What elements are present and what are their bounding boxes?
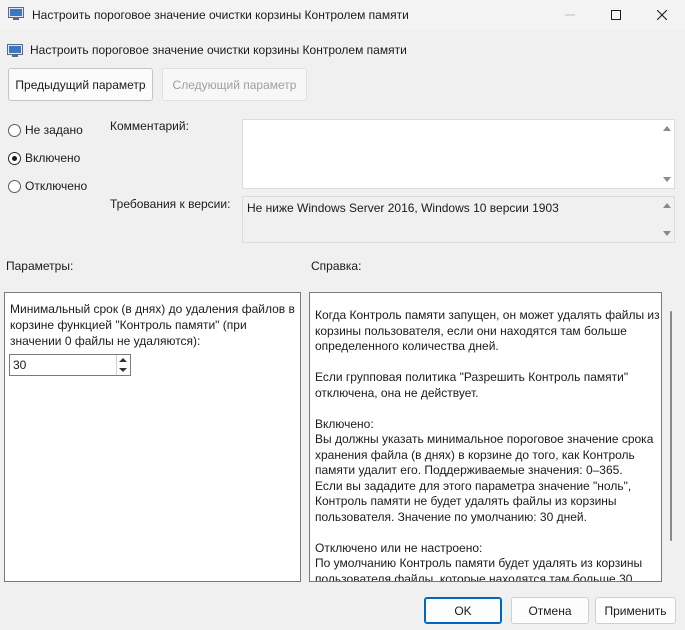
- radio-not-configured[interactable]: Не задано: [8, 123, 83, 137]
- help-paragraph: Когда Контроль памяти запущен, он может …: [315, 308, 660, 353]
- version-value: Не ниже Windows Server 2016, Windows 10 …: [247, 201, 559, 215]
- days-threshold-description: Минимальный срок (в днях) до удаления фа…: [10, 302, 295, 348]
- close-icon: [657, 10, 667, 20]
- help-paragraph: Отключено или не настроено: По умолчанию…: [315, 540, 643, 582]
- scroll-down-icon[interactable]: [663, 231, 671, 236]
- options-label: Параметры:: [6, 259, 74, 273]
- comment-scrollbar[interactable]: [660, 120, 674, 188]
- scroll-down-icon[interactable]: [663, 177, 671, 182]
- policy-icon: [7, 44, 23, 57]
- spinner-buttons[interactable]: [116, 355, 130, 375]
- help-paragraph: Если групповая политика "Разрешить Контр…: [315, 370, 629, 400]
- maximize-icon: [611, 10, 621, 20]
- scroll-up-icon[interactable]: [663, 203, 671, 208]
- policy-header-title: Настроить пороговое значение очистки кор…: [30, 43, 407, 57]
- comment-textarea[interactable]: [242, 119, 675, 189]
- radio-label: Не задано: [25, 123, 83, 137]
- previous-setting-button[interactable]: Предыдущий параметр: [8, 68, 153, 101]
- radio-disabled[interactable]: Отключено: [8, 179, 87, 193]
- radio-label: Отключено: [25, 179, 88, 193]
- radio-label: Включено: [25, 151, 81, 165]
- minimize-icon: [565, 14, 575, 16]
- help-label: Справка:: [311, 259, 362, 273]
- cancel-button[interactable]: Отмена: [511, 597, 589, 624]
- radio-button[interactable]: [8, 179, 21, 193]
- window-title: Настроить пороговое значение очистки кор…: [32, 8, 409, 22]
- ok-button[interactable]: OK: [424, 597, 502, 624]
- next-setting-button[interactable]: Следующий параметр: [162, 68, 307, 101]
- policy-icon: [8, 7, 24, 20]
- help-text: Когда Контроль памяти запущен, он может …: [315, 308, 661, 582]
- help-scrollbar[interactable]: [670, 311, 672, 541]
- radio-enabled[interactable]: Включено: [8, 151, 80, 165]
- scroll-up-icon[interactable]: [663, 126, 671, 131]
- options-pane: Минимальный срок (в днях) до удаления фа…: [4, 292, 301, 582]
- help-pane: Когда Контроль памяти запущен, он может …: [309, 292, 662, 582]
- version-scrollbar[interactable]: [660, 197, 674, 242]
- version-label: Требования к версии:: [110, 197, 231, 211]
- days-threshold-value[interactable]: 30: [13, 358, 26, 372]
- maximize-button[interactable]: [593, 0, 639, 30]
- days-threshold-spinner[interactable]: 30: [9, 354, 131, 376]
- spin-down-icon[interactable]: [119, 368, 127, 372]
- radio-button[interactable]: [8, 123, 21, 137]
- radio-button[interactable]: [8, 151, 21, 165]
- spin-up-icon[interactable]: [119, 358, 127, 362]
- close-button[interactable]: [639, 0, 685, 30]
- minimize-button[interactable]: [547, 0, 593, 30]
- help-paragraph: Включено: Вы должны указать минимальное …: [315, 416, 654, 524]
- apply-button[interactable]: Применить: [595, 597, 676, 624]
- version-textbox: Не ниже Windows Server 2016, Windows 10 …: [242, 196, 675, 243]
- comment-label: Комментарий:: [110, 119, 189, 133]
